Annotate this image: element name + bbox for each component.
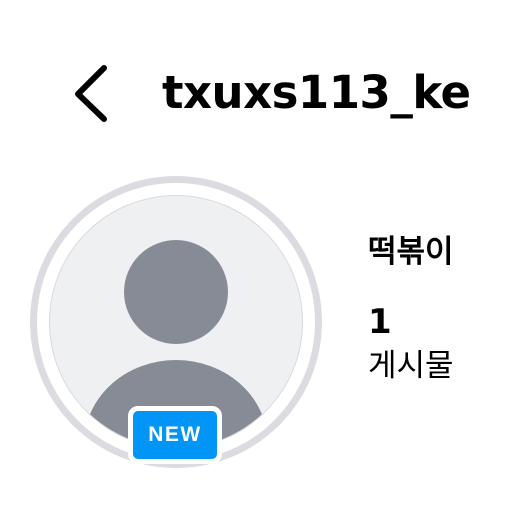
new-badge: NEW <box>128 406 222 464</box>
profile-page: txuxs113_ke NEW 떡볶이 1 게시물 <box>0 0 529 529</box>
profile-username: txuxs113_ke <box>162 66 471 119</box>
chevron-left-icon <box>75 65 107 122</box>
posts-label: 게시물 <box>368 348 454 384</box>
posts-stat[interactable]: 1 게시물 <box>368 302 454 386</box>
posts-count: 1 <box>368 302 392 342</box>
profile-display-name: 떡볶이 <box>368 234 454 270</box>
back-button[interactable] <box>62 58 120 128</box>
